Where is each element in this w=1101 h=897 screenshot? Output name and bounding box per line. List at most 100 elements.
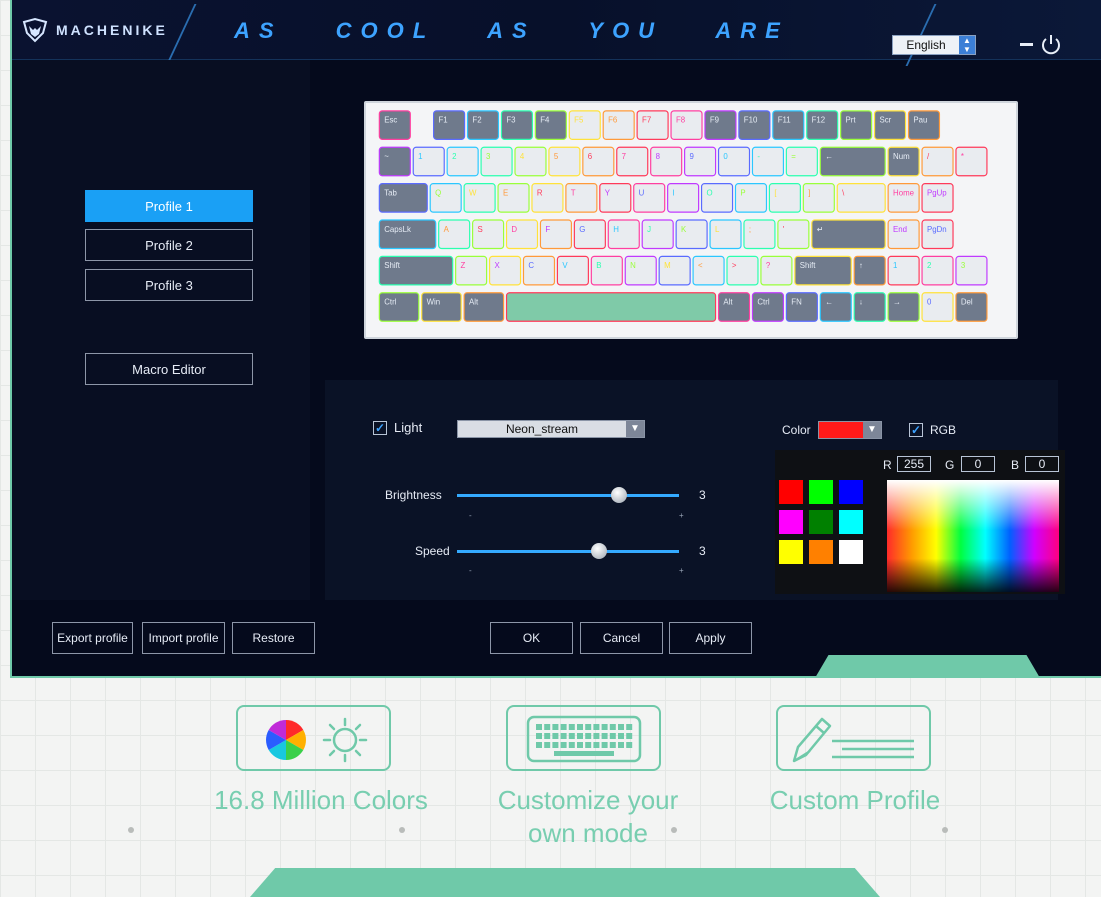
keycap[interactable]: * xyxy=(955,146,988,177)
import-profile-button[interactable]: Import profile xyxy=(142,622,225,654)
keycap[interactable]: 3 xyxy=(955,255,988,286)
color-spectrum[interactable] xyxy=(887,480,1059,592)
keycap[interactable]: 2 xyxy=(446,146,479,177)
keycap[interactable]: 7 xyxy=(616,146,649,177)
keycap[interactable]: / xyxy=(921,146,954,177)
keycap[interactable]: Shift xyxy=(794,255,852,286)
cancel-button[interactable]: Cancel xyxy=(580,622,663,654)
keycap[interactable]: 5 xyxy=(548,146,581,177)
keycap[interactable]: U xyxy=(633,183,666,213)
keycap[interactable]: F8 xyxy=(670,110,703,140)
keycap[interactable]: > xyxy=(726,255,759,286)
keycap[interactable]: \ xyxy=(836,183,886,213)
keycap[interactable]: Win xyxy=(421,292,462,322)
keycap[interactable]: 3 xyxy=(480,146,513,177)
keycap[interactable]: F10 xyxy=(738,110,771,140)
keycap[interactable]: L xyxy=(709,219,742,250)
keycap[interactable]: 1 xyxy=(887,255,920,286)
keycap[interactable]: ~ xyxy=(378,146,411,177)
ok-button[interactable]: OK xyxy=(490,622,573,654)
r-input[interactable]: 255 xyxy=(897,456,931,472)
keycap[interactable]: ; xyxy=(743,219,776,250)
speed-slider[interactable] xyxy=(457,543,679,559)
keycap[interactable]: C xyxy=(522,255,556,286)
keycap[interactable]: W xyxy=(463,183,496,213)
keycap[interactable]: S xyxy=(472,219,505,250)
keycap[interactable]: FN xyxy=(785,292,818,322)
keycap[interactable]: Ctrl xyxy=(378,292,420,322)
keycap[interactable]: 0 xyxy=(717,146,751,177)
color-swatch[interactable] xyxy=(839,480,863,504)
light-checkbox[interactable]: ✓ xyxy=(373,421,387,435)
rgb-checkbox[interactable]: ✓ xyxy=(909,423,923,437)
keycap[interactable]: F1 xyxy=(433,110,466,140)
keycap[interactable]: Shift xyxy=(378,255,454,286)
keycap[interactable]: B xyxy=(590,255,623,286)
keycap[interactable]: F6 xyxy=(602,110,635,140)
brightness-slider[interactable] xyxy=(457,487,679,503)
spinner-arrows-icon[interactable]: ▲ ▼ xyxy=(959,36,975,54)
keycap[interactable]: Z xyxy=(455,255,488,286)
keycap[interactable]: F11 xyxy=(772,110,805,140)
chevron-down-icon[interactable]: ▼ xyxy=(863,422,881,438)
effect-dropdown[interactable]: Neon_stream ▼ xyxy=(457,420,645,438)
keycap[interactable]: Num xyxy=(887,146,920,177)
keycap[interactable]: 1 xyxy=(412,146,445,177)
keycap[interactable]: P xyxy=(734,183,768,213)
keycap[interactable]: = xyxy=(785,146,818,177)
profile-1-button[interactable]: Profile 1 xyxy=(85,190,253,222)
color-swatch[interactable] xyxy=(779,480,803,504)
keycap[interactable]: H xyxy=(607,219,640,250)
keycap[interactable]: Ctrl xyxy=(751,292,785,322)
keycap[interactable]: R xyxy=(531,183,564,213)
keycap[interactable]: PgUp xyxy=(921,183,954,213)
keycap[interactable]: T xyxy=(565,183,598,213)
chevron-down-icon[interactable]: ▼ xyxy=(626,421,644,437)
keycap[interactable]: 4 xyxy=(514,146,547,177)
color-swatch[interactable] xyxy=(839,510,863,534)
brightness-slider-handle[interactable] xyxy=(611,487,628,503)
keycap[interactable]: J xyxy=(641,219,674,250)
keycap[interactable]: Y xyxy=(599,183,632,213)
keycap[interactable]: ← xyxy=(819,292,852,322)
keycap[interactable]: Prt xyxy=(840,110,873,140)
speed-slider-handle[interactable] xyxy=(591,543,608,559)
export-profile-button[interactable]: Export profile xyxy=(52,622,133,654)
keycap[interactable]: Pau xyxy=(907,110,941,140)
restore-button[interactable]: Restore xyxy=(232,622,315,654)
keycap[interactable]: ↑ xyxy=(853,255,886,286)
keycap[interactable]: F xyxy=(539,219,573,250)
keycap[interactable]: F4 xyxy=(534,110,567,140)
keycap[interactable]: 6 xyxy=(582,146,615,177)
keycap[interactable]: ↵ xyxy=(811,219,886,250)
keycap[interactable]: → xyxy=(887,292,920,322)
keycap[interactable]: Home xyxy=(887,183,920,213)
keycap[interactable]: ' xyxy=(777,219,810,250)
keycap[interactable]: PgDn xyxy=(921,219,954,250)
profile-3-button[interactable]: Profile 3 xyxy=(85,269,253,301)
keycap[interactable]: Alt xyxy=(717,292,751,322)
keycap[interactable]: - xyxy=(751,146,785,177)
keycap[interactable]: ] xyxy=(802,183,835,213)
keycap[interactable]: F7 xyxy=(636,110,669,140)
keycap[interactable]: F3 xyxy=(500,110,534,140)
keycap[interactable]: End xyxy=(887,219,920,250)
color-swatch[interactable] xyxy=(839,540,863,564)
color-swatch[interactable] xyxy=(779,510,803,534)
color-swatch[interactable] xyxy=(809,480,833,504)
keycap[interactable]: 0 xyxy=(921,292,954,322)
profile-2-button[interactable]: Profile 2 xyxy=(85,229,253,261)
keycap[interactable]: G xyxy=(573,219,606,250)
keycap[interactable]: ↓ xyxy=(853,292,886,322)
keycap[interactable]: I xyxy=(667,183,700,213)
keycap[interactable]: < xyxy=(692,255,725,286)
minimize-icon[interactable] xyxy=(1020,43,1033,46)
keycap[interactable]: X xyxy=(488,255,522,286)
b-input[interactable]: 0 xyxy=(1025,456,1059,472)
keycap[interactable]: E xyxy=(497,183,530,213)
keycap[interactable]: 2 xyxy=(921,255,954,286)
keycap[interactable]: M xyxy=(658,255,691,286)
keycap[interactable]: F5 xyxy=(568,110,601,140)
color-dropdown[interactable]: ▼ xyxy=(818,421,882,439)
keycap[interactable]: [ xyxy=(768,183,801,213)
